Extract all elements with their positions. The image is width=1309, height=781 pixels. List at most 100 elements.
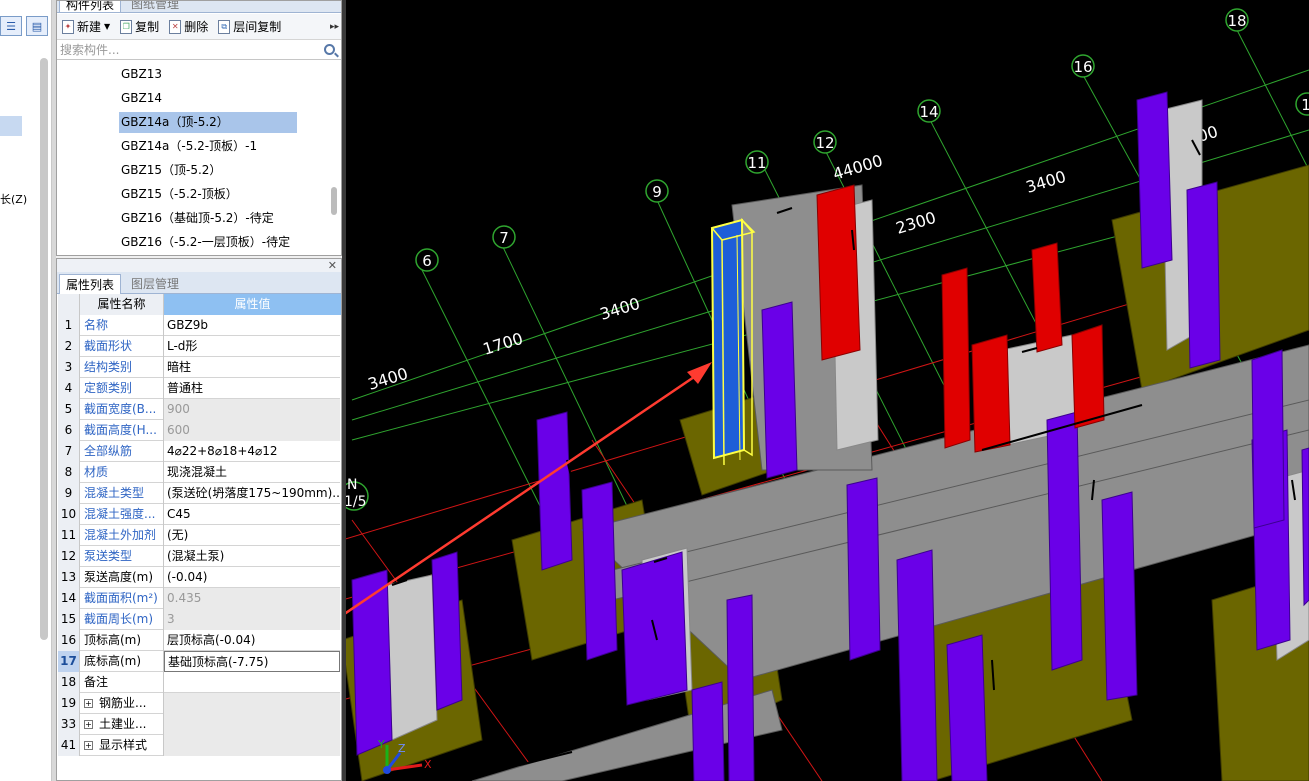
gizmo-z: Z <box>398 742 406 755</box>
table-row[interactable]: 2 截面形状 L-d形 <box>58 336 340 357</box>
row-number: 9 <box>58 483 80 504</box>
row-number: 7 <box>58 441 80 462</box>
table-row[interactable]: 10 混凝土强度... C45 <box>58 504 340 525</box>
table-row-group[interactable]: 19 + 钢筋业... <box>58 693 340 714</box>
list-item[interactable]: GBZ16（-5.2-一层顶板）-待定 <box>119 232 290 253</box>
property-value[interactable]: L-d形 <box>164 336 340 357</box>
list-item[interactable]: GBZ14a（-5.2-顶板）-1 <box>119 136 257 157</box>
property-value[interactable]: (-0.04) <box>164 567 340 588</box>
axis-label: 18 <box>1227 12 1246 30</box>
property-value[interactable]: GBZ9b <box>164 315 340 336</box>
new-button-label: 新建 <box>77 20 102 34</box>
property-value[interactable]: 暗柱 <box>164 357 340 378</box>
list-item[interactable]: GBZ15（-5.2-顶板） <box>119 184 238 205</box>
table-row[interactable]: 18 备注 <box>58 672 340 693</box>
table-row[interactable]: 14 截面面积(m²) 0.435 <box>58 588 340 609</box>
table-row[interactable]: 5 截面宽度(B... 900 <box>58 399 340 420</box>
row-number: 11 <box>58 525 80 546</box>
floor-copy-icon: ⧉ <box>218 19 231 34</box>
table-row[interactable]: 1 名称 GBZ9b <box>58 315 340 336</box>
property-value[interactable]: 普通柱 <box>164 378 340 399</box>
component-tabbar: 构件列表 图纸管理 <box>57 1 341 13</box>
property-value[interactable]: 4⌀22+8⌀18+4⌀12 <box>164 441 340 462</box>
property-value-header: 属性值 <box>164 294 341 315</box>
dimension-label: 44000 <box>831 151 885 184</box>
table-row-active[interactable]: 17 底标高(m) 基础顶标高(-7.75) <box>58 651 340 672</box>
3d-viewport[interactable]: 6 7 9 11 12 14 16 18 1 3400 1700 3400 44… <box>342 0 1309 781</box>
table-row[interactable]: 11 混凝土外加剂 (无) <box>58 525 340 546</box>
property-value: 900 <box>164 399 340 420</box>
expand-icon[interactable]: + <box>84 720 93 729</box>
component-search-input[interactable]: 搜索构件... <box>57 40 341 60</box>
property-name: 截面面积(m²) <box>80 588 164 609</box>
left-strip-scrollbar[interactable] <box>40 58 48 640</box>
tab-layer-management[interactable]: 图层管理 <box>125 274 185 294</box>
tab-drawing-management[interactable]: 图纸管理 <box>125 1 185 12</box>
property-value-editor[interactable]: 基础顶标高(-7.75) <box>164 651 340 672</box>
expand-icon[interactable]: + <box>84 699 93 708</box>
list-item[interactable]: GBZ14 <box>119 88 162 109</box>
property-value: 600 <box>164 420 340 441</box>
left-strip-selected-item[interactable] <box>0 116 22 136</box>
row-number: 5 <box>58 399 80 420</box>
panel-view-icon[interactable]: ▤ <box>26 16 48 36</box>
viewport-splitter[interactable] <box>342 0 346 781</box>
property-value[interactable]: 层顶标高(-0.04) <box>164 630 340 651</box>
row-number: 3 <box>58 357 80 378</box>
table-row-group[interactable]: 33 + 土建业... <box>58 714 340 735</box>
table-row[interactable]: 13 泵送高度(m) (-0.04) <box>58 567 340 588</box>
table-row[interactable]: 12 泵送类型 (混凝土泵) <box>58 546 340 567</box>
component-list-scrollbar[interactable] <box>331 187 337 215</box>
property-value[interactable]: (无) <box>164 525 340 546</box>
property-value[interactable]: (混凝土泵) <box>164 546 340 567</box>
row-number: 17 <box>58 651 80 672</box>
property-value[interactable] <box>164 672 340 693</box>
table-row[interactable]: 8 材质 现浇混凝土 <box>58 462 340 483</box>
property-value[interactable]: (泵送砼(坍落度175~190mm)... <box>164 483 340 504</box>
table-row-group[interactable]: 41 + 显示样式 <box>58 735 340 756</box>
row-number: 8 <box>58 462 80 483</box>
list-view-icon[interactable]: ☰ <box>0 16 22 36</box>
dropdown-caret-icon: ▼ <box>104 22 111 31</box>
copy-button[interactable]: ❐ 复制 <box>120 18 159 35</box>
axis-label: 1 <box>1301 96 1309 114</box>
property-name: 结构类别 <box>80 357 164 378</box>
table-row[interactable]: 4 定额类别 普通柱 <box>58 378 340 399</box>
property-value[interactable]: 现浇混凝土 <box>164 462 340 483</box>
table-row[interactable]: 6 截面高度(H... 600 <box>58 420 340 441</box>
property-panel: ✕ 属性列表 图层管理 属性名称 属性值 1 名称 GBZ9b 2 截面形状 L-d形 … <box>56 258 342 781</box>
table-row[interactable]: 16 顶标高(m) 层顶标高(-0.04) <box>58 630 340 651</box>
new-button[interactable]: ✦ 新建 ▼ <box>62 18 110 35</box>
list-item[interactable]: GBZ15（顶-5.2） <box>119 160 221 181</box>
compass-north: N <box>347 477 357 493</box>
component-list-panel: 构件列表 图纸管理 ✦ 新建 ▼ ❐ 复制 ✕ 删除 ⧉ 层间复制 ▸▸ 搜索构件... … <box>56 0 342 256</box>
tab-property-list[interactable]: 属性列表 <box>59 274 122 294</box>
list-item[interactable]: GBZ13 <box>119 64 162 85</box>
property-name: 混凝土外加剂 <box>80 525 164 546</box>
table-row[interactable]: 7 全部纵筋 4⌀22+8⌀18+4⌀12 <box>58 441 340 462</box>
expand-icon[interactable]: + <box>84 741 93 750</box>
tab-component-list[interactable]: 构件列表 <box>59 1 122 12</box>
search-icon[interactable] <box>324 44 335 55</box>
delete-button[interactable]: ✕ 删除 <box>169 18 208 35</box>
delete-button-label: 删除 <box>184 20 209 34</box>
property-name: 泵送类型 <box>80 546 164 567</box>
table-row[interactable]: 15 截面周长(m) 3 <box>58 609 340 630</box>
compass-scale: 1/5 <box>344 494 367 510</box>
viewport-canvas: 6 7 9 11 12 14 16 18 1 3400 1700 3400 44… <box>342 8 1309 781</box>
floor-copy-button[interactable]: ⧉ 层间复制 <box>218 18 281 35</box>
table-row[interactable]: 9 混凝土类型 (泵送砼(坍落度175~190mm)... <box>58 483 340 504</box>
table-row[interactable]: 3 结构类别 暗柱 <box>58 357 340 378</box>
list-item-selected[interactable]: GBZ14a（顶-5.2） <box>119 112 297 133</box>
dimension-label: 2300 <box>894 208 938 238</box>
close-icon[interactable]: ✕ <box>328 259 337 272</box>
property-value: 3 <box>164 609 340 630</box>
list-item[interactable]: GBZ16（基础顶-5.2）-待定 <box>119 208 274 229</box>
axis-label: 11 <box>747 154 766 172</box>
gizmo-y: Y <box>377 738 385 751</box>
property-name: 混凝土类型 <box>80 483 164 504</box>
dimension-label: 3400 <box>366 364 410 394</box>
copy-icon: ❐ <box>120 19 133 34</box>
toolbar-overflow-icon[interactable]: ▸▸ <box>330 22 339 32</box>
property-value[interactable]: C45 <box>164 504 340 525</box>
